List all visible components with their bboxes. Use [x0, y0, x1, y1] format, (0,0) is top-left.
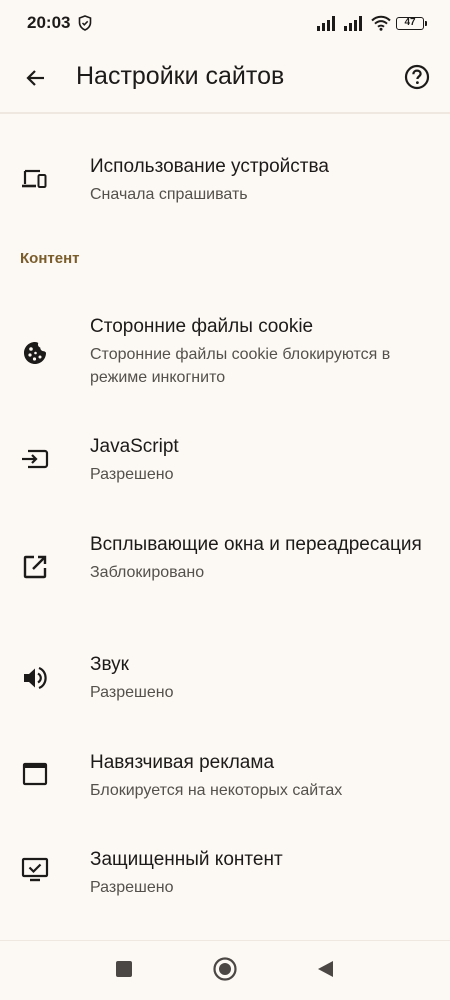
back-triangle-icon: [314, 958, 336, 985]
arrow-back-icon: [24, 66, 48, 95]
protected-content-icon: [18, 853, 52, 887]
popups-item[interactable]: Всплывающие окна и переадресация Заблоки…: [0, 520, 450, 630]
page-title: Настройки сайтов: [76, 62, 285, 90]
shield-icon: [78, 15, 92, 31]
cookie-icon: [18, 336, 52, 370]
item-subtitle: Разрешено: [90, 466, 174, 483]
item-subtitle: Сторонние файлы cookie блокируются в реж…: [90, 346, 391, 386]
nav-back-button[interactable]: [312, 958, 338, 984]
sound-text: Звук Разрешено: [90, 652, 426, 704]
signal-icon: [344, 15, 366, 31]
item-title: Сторонние файлы cookie: [90, 316, 314, 337]
device-usage-item[interactable]: Использование устройства Сначала спрашив…: [0, 140, 450, 230]
item-subtitle: Разрешено: [90, 684, 174, 701]
protected-content-item[interactable]: Защищенный контент Разрешено: [0, 837, 450, 927]
recents-square-icon: [114, 959, 134, 984]
item-title: JavaScript: [90, 436, 179, 457]
status-bar: 20:03 47: [0, 0, 450, 48]
protected-content-text: Защищенный контент Разрешено: [90, 847, 426, 899]
wifi-icon: [371, 15, 391, 31]
intrusive-ads-text: Навязчивая реклама Блокируется на некото…: [90, 750, 426, 802]
home-circle-icon: [212, 956, 238, 987]
help-icon: [404, 64, 430, 95]
sound-item[interactable]: Звук Разрешено: [0, 640, 450, 730]
item-title: Всплывающие окна и переадресация: [90, 534, 422, 555]
item-subtitle: Блокируется на некоторых сайтах: [90, 782, 343, 799]
javascript-text: JavaScript Разрешено: [90, 434, 426, 486]
javascript-icon: [18, 442, 52, 476]
item-title: Навязчивая реклама: [90, 752, 275, 773]
status-time: 20:03: [27, 13, 71, 32]
item-title: Использование устройства: [90, 156, 329, 177]
device-usage-text: Использование устройства Сначала спрашив…: [90, 154, 426, 206]
item-title: Защищенный контент: [90, 849, 283, 870]
cookies-item[interactable]: Сторонние файлы cookie Сторонние файлы c…: [0, 300, 450, 410]
back-button[interactable]: [20, 64, 52, 96]
signal-icon: [317, 15, 339, 31]
home-button[interactable]: [212, 956, 238, 987]
recents-button[interactable]: [111, 958, 137, 984]
popups-text: Всплывающие окна и переадресация Заблоки…: [90, 532, 426, 584]
cookies-text: Сторонние файлы cookie Сторонние файлы c…: [90, 314, 426, 389]
status-icons: 47: [317, 13, 427, 33]
help-button[interactable]: [402, 64, 432, 94]
battery-level: 47: [404, 17, 416, 28]
web-asset-icon: [18, 757, 52, 791]
system-nav-bar: [0, 941, 450, 1000]
item-subtitle: Сначала спрашивать: [90, 186, 248, 203]
open-in-new-icon: [18, 550, 52, 584]
item-subtitle: Заблокировано: [90, 564, 205, 581]
item-title: Звук: [90, 654, 129, 675]
app-bar: Настройки сайтов: [0, 48, 450, 112]
devices-icon: [18, 162, 52, 196]
item-subtitle: Разрешено: [90, 879, 174, 896]
section-header-content: Контент: [20, 250, 80, 267]
intrusive-ads-item[interactable]: Навязчивая реклама Блокируется на некото…: [0, 740, 450, 830]
battery-icon: 47: [396, 16, 427, 30]
javascript-item[interactable]: JavaScript Разрешено: [0, 420, 450, 510]
volume-icon: [18, 661, 52, 695]
app-bar-divider: [0, 112, 450, 114]
